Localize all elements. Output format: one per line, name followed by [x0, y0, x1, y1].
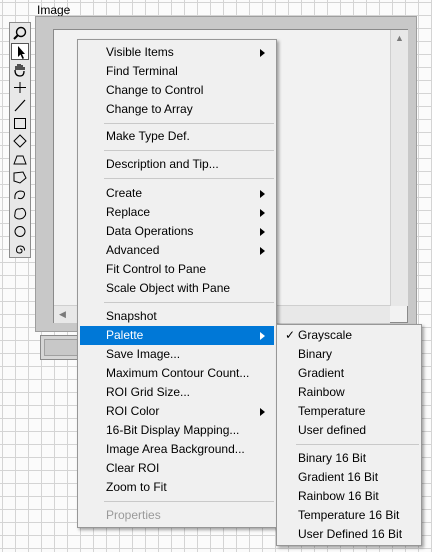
menu-item-zoom-to-fit[interactable]: Zoom to Fit: [80, 478, 274, 497]
context-menu: Visible Items Find Terminal Change to Co…: [77, 39, 277, 528]
submenu-arrow-icon: [260, 228, 265, 236]
menu-item-data-operations[interactable]: Data Operations: [80, 222, 274, 241]
scroll-up-arrow-icon[interactable]: ▲: [391, 30, 408, 47]
line-icon[interactable]: [11, 97, 29, 114]
menu-item-palette[interactable]: Palette: [80, 326, 274, 345]
image-control-label: Image: [37, 3, 71, 17]
check-icon: ✓: [285, 328, 296, 342]
menu-item-change-to-array[interactable]: Change to Array: [80, 100, 274, 119]
menu-item-scale-object-with-pane[interactable]: Scale Object with Pane: [80, 279, 274, 298]
menu-item-roi-color[interactable]: ROI Color: [80, 402, 274, 421]
menu-item-fit-control-to-pane[interactable]: Fit Control to Pane: [80, 260, 274, 279]
menu-separator: [104, 150, 274, 151]
menu-item-image-area-background[interactable]: Image Area Background...: [80, 440, 274, 459]
palette-item-temperature-16-bit[interactable]: Temperature 16 Bit: [279, 506, 419, 525]
scroll-left-arrow-icon[interactable]: ◀: [54, 306, 71, 323]
menu-item-roi-grid-size[interactable]: ROI Grid Size...: [80, 383, 274, 402]
oval-icon[interactable]: [11, 223, 29, 240]
freehand-region-icon[interactable]: [11, 205, 29, 222]
submenu-arrow-icon: [260, 190, 265, 198]
menu-item-change-to-control[interactable]: Change to Control: [80, 81, 274, 100]
palette-item-rainbow-16-bit[interactable]: Rainbow 16 Bit: [279, 487, 419, 506]
menu-item-find-terminal[interactable]: Find Terminal: [80, 62, 274, 81]
menu-item-replace[interactable]: Replace: [80, 203, 274, 222]
palette-submenu: ✓ Grayscale Binary Gradient Rainbow Tempe…: [276, 324, 422, 546]
rectangle-icon[interactable]: [11, 115, 29, 132]
palette-item-binary[interactable]: Binary: [279, 345, 419, 364]
menu-item-make-type-def[interactable]: Make Type Def.: [80, 127, 274, 146]
menu-item-16-bit-display-mapping[interactable]: 16-Bit Display Mapping...: [80, 421, 274, 440]
submenu-arrow-icon: [260, 247, 265, 255]
rotated-rectangle-icon[interactable]: [11, 133, 29, 150]
menu-separator: [296, 444, 419, 445]
polygon-icon[interactable]: [11, 169, 29, 186]
pointer-icon[interactable]: [11, 43, 29, 60]
menu-item-create[interactable]: Create: [80, 184, 274, 203]
zoom-icon[interactable]: [11, 25, 29, 42]
menu-item-description-and-tip[interactable]: Description and Tip...: [80, 155, 274, 174]
palette-item-binary-16-bit[interactable]: Binary 16 Bit: [279, 449, 419, 468]
menu-separator: [104, 501, 274, 502]
palette-item-temperature[interactable]: Temperature: [279, 402, 419, 421]
submenu-arrow-icon: [260, 332, 265, 340]
menu-item-snapshot[interactable]: Snapshot: [80, 307, 274, 326]
palette-item-user-defined[interactable]: User defined: [279, 421, 419, 440]
roi-tools-palette: [9, 22, 31, 258]
freehand-icon[interactable]: [11, 187, 29, 204]
palette-item-rainbow[interactable]: Rainbow: [279, 383, 419, 402]
vertical-scrollbar[interactable]: ▲: [390, 30, 408, 306]
spiral-icon[interactable]: [11, 241, 29, 258]
menu-separator: [104, 123, 274, 124]
menu-separator: [104, 302, 274, 303]
menu-item-visible-items[interactable]: Visible Items: [80, 43, 274, 62]
submenu-arrow-icon: [260, 49, 265, 57]
annulus-icon[interactable]: [11, 151, 29, 168]
menu-item-advanced[interactable]: Advanced: [80, 241, 274, 260]
menu-item-save-image[interactable]: Save Image...: [80, 345, 274, 364]
palette-item-user-defined-16-bit[interactable]: User Defined 16 Bit: [279, 525, 419, 544]
submenu-arrow-icon: [260, 408, 265, 416]
menu-item-properties: Properties: [106, 508, 161, 522]
menu-item-maximum-contour-count[interactable]: Maximum Contour Count...: [80, 364, 274, 383]
palette-item-gradient-16-bit[interactable]: Gradient 16 Bit: [279, 468, 419, 487]
submenu-arrow-icon: [260, 209, 265, 217]
palette-item-gradient[interactable]: Gradient: [279, 364, 419, 383]
crosshair-icon[interactable]: [11, 79, 29, 96]
menu-item-clear-roi[interactable]: Clear ROI: [80, 459, 274, 478]
menu-separator: [104, 178, 274, 179]
palette-item-grayscale[interactable]: ✓ Grayscale: [279, 326, 419, 345]
pan-icon[interactable]: [11, 61, 29, 78]
